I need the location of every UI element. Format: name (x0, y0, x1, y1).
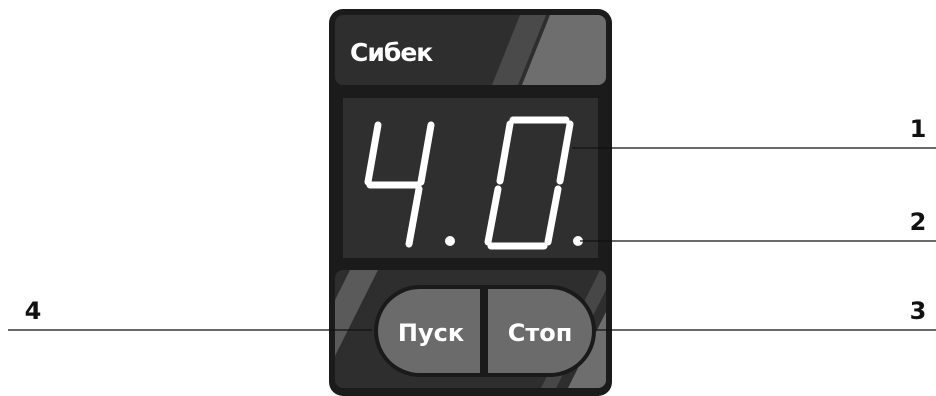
callout-number-1: 1 (910, 115, 927, 143)
start-button[interactable]: Пуск (374, 285, 484, 377)
controller-diagram: Сибек Пуск Стоп 1 2 3 4 (8, 9, 936, 396)
start-button-label: Пуск (398, 319, 464, 347)
callout-number-4: 4 (25, 297, 42, 325)
callout-number-3: 3 (910, 297, 927, 325)
stop-button[interactable]: Стоп (484, 285, 596, 377)
callout-number-2: 2 (910, 208, 927, 236)
brand-logo: Сибек (350, 38, 433, 67)
stop-button-label: Стоп (508, 319, 573, 347)
decimal-point-1 (445, 236, 455, 246)
logo-panel: Сибек (335, 15, 606, 85)
